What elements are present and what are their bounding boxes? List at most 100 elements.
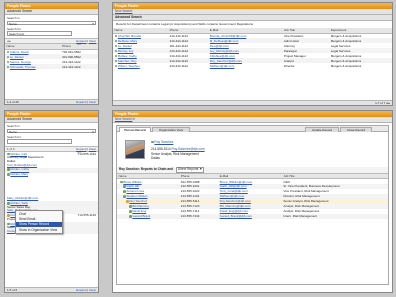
person-name-link[interactable]: Lu, Daniel	[118, 44, 132, 48]
person-name-link[interactable]: Antonio Lima	[126, 189, 144, 193]
person-name-link[interactable]: Garth Hill	[126, 184, 139, 188]
person-record-card: Person Record Organization View Update R…	[116, 125, 389, 285]
person-name-link[interactable]: Sanchez, Roy	[118, 59, 137, 63]
person-name-link[interactable]: Murray, Joy	[118, 49, 133, 53]
reports-header: Roy Sanchez: Reports to Chain and Direct…	[117, 167, 388, 174]
search-in-select[interactable]: Name ▼	[7, 128, 96, 134]
context-menu-item-show-in-organization-view[interactable]: Show in Organization View	[16, 227, 62, 232]
person-name-link[interactable]: DeRosa, Mary	[118, 39, 137, 43]
table-row[interactable]: Gerard Brack 213-555-7444 Gerard_Brack@djb…	[117, 213, 388, 219]
email-link[interactable]: Joy_Murray@djb.com	[210, 49, 239, 53]
search-for-label: Search for	[7, 134, 21, 139]
people-finder-panel-left-top: People Finder Advanced Search Search in …	[4, 2, 99, 105]
table-row[interactable]: Schneider, Thomas 213-444-1122	[5, 64, 98, 70]
email-link[interactable]: SWilson@djb.com	[210, 64, 235, 68]
presence-icon	[114, 39, 118, 43]
pager-text[interactable]: 1 of 6	[7, 147, 15, 151]
email-link[interactable]: Gerard_Brack@djb.com	[220, 214, 252, 218]
person-name-link[interactable]: Bruce Wilkins	[123, 180, 141, 184]
results-table: Name Phone Adams, David 793-991-5592 Lu, D…	[5, 44, 98, 70]
record-tabs: Person Record Organization View Update R…	[117, 126, 388, 132]
person-email-link[interactable]: Roy.Sanchez@djb.com	[172, 147, 205, 151]
chevron-down-icon: ▼	[91, 129, 95, 134]
reports-label: Roy Sanchez: Reports to Chain and	[119, 167, 174, 171]
new-search-link[interactable]: New Search	[115, 117, 132, 121]
people-finder-panel-right-top: People Finder New Search Advanced Search…	[112, 2, 393, 106]
reports-select[interactable]: Direct Reports ▼	[175, 167, 205, 173]
pager-arrows-icon[interactable]: ◂ ▸	[386, 101, 390, 105]
result-entry[interactable]: Robles, Mary	[5, 172, 98, 197]
email-link[interactable]: Mary_Robles@djb.com	[7, 196, 38, 200]
table-row[interactable]: Wilson, Stephen 213-444-1122 SWilson@djb.c…	[113, 63, 392, 68]
footer-clear-link[interactable]: Clear	[89, 100, 96, 104]
person-photo	[125, 140, 145, 159]
tab-organization-view[interactable]: Organization View	[152, 126, 190, 132]
person-name-link[interactable]: Robles, Cathy	[10, 168, 29, 172]
presence-icon	[114, 49, 118, 53]
email-link[interactable]: Brenda_Churchill@djb.com	[210, 34, 247, 38]
presence-icon	[6, 50, 10, 54]
person-name-link[interactable]: Lu, Daniel	[10, 55, 24, 59]
new-search-bar: New Search ▾	[113, 117, 392, 123]
email-link[interactable]: Bruce_Wilkins@djb.com	[220, 180, 253, 184]
phone-cell: 213-444-1122	[60, 64, 98, 70]
person-name-link[interactable]: Roy Sanchez	[129, 199, 147, 203]
footer-clear-link[interactable]: Clear	[89, 288, 96, 292]
results-toolbar: 1 of 6 Expand | Clear	[5, 145, 98, 152]
phone-cell: 213-444-1122	[169, 63, 189, 68]
presence-icon	[114, 59, 118, 63]
footer-expand-link[interactable]: Expand	[76, 288, 86, 292]
person-name-link[interactable]: Bill Manning	[132, 204, 148, 208]
person-name-link[interactable]: Roy Sanchez	[154, 140, 173, 144]
expand-link[interactable]: Expand	[76, 39, 86, 43]
phone-text: 713-555-1130	[77, 213, 96, 218]
person-name-link[interactable]: Gerard Brack	[132, 214, 150, 218]
department-cell: Mergers & Acquisitions	[330, 63, 362, 68]
email-link[interactable]: David_Eng@djb.com	[220, 209, 248, 213]
search-for-input[interactable]: Search text	[7, 31, 73, 36]
presence-icon	[114, 64, 118, 68]
person-name-link[interactable]: Stephen Wilson	[126, 194, 147, 198]
person-name-link[interactable]: Wilson, Stephen	[118, 64, 140, 68]
chevron-down-icon: ▼	[199, 167, 203, 171]
search-in-label: Search in	[7, 16, 20, 20]
search-in-value: Name	[9, 129, 18, 134]
email-link[interactable]: CRobles@djb.com	[210, 54, 235, 58]
search-in-select[interactable]: Name ▼	[7, 20, 96, 26]
panel-footer: 1-5 of 6 Expand | Clear	[5, 287, 98, 292]
presence-icon	[6, 55, 10, 59]
person-name-link[interactable]: Santos, George	[10, 60, 31, 64]
person-name-link[interactable]: David Eng	[132, 209, 146, 213]
email-link[interactable]: Roy.Sanchez@djb.com	[220, 199, 251, 203]
results-toolbar: ◂ ▸ Expand | Clear	[5, 37, 98, 44]
search-in-value: Name	[9, 21, 18, 26]
people-finder-panel-left-bottom: People Finder Advanced Search Search in …	[4, 110, 99, 293]
clear-link[interactable]: Clear	[89, 39, 96, 43]
email-link[interactable]: Bill_Manning@djb.com	[220, 204, 251, 208]
tab-person-record[interactable]: Person Record	[119, 126, 151, 132]
search-for-input[interactable]	[7, 139, 73, 144]
footer-pager: 1-5 of 6	[7, 288, 18, 292]
search-in-label: Search in	[7, 124, 20, 128]
email-link[interactable]: Tony_Lima@djb.com	[220, 189, 248, 193]
person-name-link[interactable]: Adams, David	[10, 50, 29, 54]
pager-icon[interactable]: ◂ ▸	[7, 39, 11, 43]
email-link[interactable]: SWilson@djb.com	[220, 194, 245, 198]
result-entry[interactable]: Robles, Carl 713-555-1192 Attorney, Lega…	[5, 152, 98, 168]
context-menu: Chat Send Email Show Person Record Show …	[15, 210, 63, 234]
expand-link[interactable]: Expand	[76, 147, 86, 151]
email-link[interactable]: Carl_Robles@djb.com	[7, 163, 37, 167]
person-name-link[interactable]: Schneider, Thomas	[10, 65, 36, 69]
email-link[interactable]: DLu@djb.com	[210, 44, 229, 48]
person-name-link[interactable]: Robles, Mary	[10, 172, 28, 176]
email-link[interactable]: Roy_Sanchez@djb.com	[210, 59, 242, 63]
update-record-button[interactable]: Update Record	[305, 126, 339, 132]
person-name-link[interactable]: Churchill, Brenda	[118, 34, 141, 38]
footer-expand-link[interactable]: Expand	[76, 100, 86, 104]
email-link[interactable]: Garth_Hill@djb.com	[220, 184, 247, 188]
clear-link[interactable]: Clear	[89, 147, 96, 151]
close-record-button[interactable]: Close Record	[340, 126, 372, 132]
new-search-link[interactable]: New Search	[115, 9, 132, 13]
person-name-link[interactable]: Robles, Cathy	[118, 54, 137, 58]
email-link[interactable]: M_DeRosa@djb.com	[210, 39, 239, 43]
